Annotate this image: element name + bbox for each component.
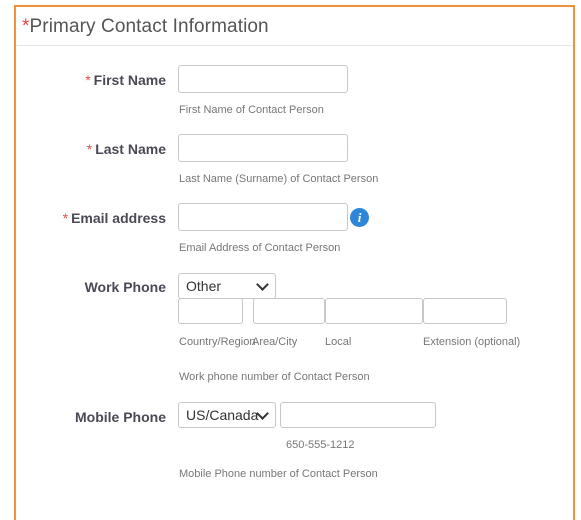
first-name-label-text: First Name <box>93 72 166 88</box>
first-name-hint: First Name of Contact Person <box>179 104 324 116</box>
required-mark: * <box>86 141 93 157</box>
email-input[interactable] <box>178 203 348 231</box>
section-header: *Primary Contact Information <box>16 7 573 46</box>
work-phone-local-input[interactable] <box>325 298 423 324</box>
work-phone-type-value: Other <box>186 278 222 294</box>
work-phone-extension-input[interactable] <box>423 298 507 324</box>
first-name-input[interactable] <box>178 65 348 93</box>
work-phone-hint: Work phone number of Contact Person <box>179 371 370 383</box>
last-name-label: * Last Name <box>87 141 166 157</box>
work-phone-country-region-input[interactable] <box>178 298 243 324</box>
first-name-label: * First Name <box>85 72 166 88</box>
required-mark: * <box>85 72 91 88</box>
mobile-phone-country-value: US/Canada <box>186 407 259 423</box>
section-title-text: Primary Contact Information <box>29 16 269 37</box>
required-mark: * <box>62 210 69 226</box>
work-phone-local-label: Local <box>325 336 352 348</box>
mobile-phone-hint: Mobile Phone number of Contact Person <box>179 468 378 480</box>
work-phone-country-region-label: Country/Region <box>179 336 256 348</box>
info-icon[interactable]: i <box>350 208 369 227</box>
last-name-hint: Last Name (Surname) of Contact Person <box>179 173 379 185</box>
required-mark: * <box>22 16 30 37</box>
email-label: * Email address <box>63 210 166 226</box>
last-name-input[interactable] <box>178 134 348 162</box>
email-label-text: Email address <box>71 210 166 226</box>
chevron-down-icon <box>256 278 269 291</box>
email-hint: Email Address of Contact Person <box>179 242 341 254</box>
mobile-phone-country-select[interactable]: US/Canada <box>178 402 276 428</box>
work-phone-area-city-input[interactable] <box>253 298 325 324</box>
section-title: *Primary Contact Information <box>22 16 269 38</box>
mobile-phone-input[interactable] <box>280 402 436 428</box>
mobile-phone-label: Mobile Phone <box>75 409 166 425</box>
last-name-label-text: Last Name <box>95 141 166 157</box>
work-phone-extension-label: Extension (optional) <box>423 336 521 348</box>
work-phone-area-city-label: Area/City <box>252 336 298 348</box>
primary-contact-panel: *Primary Contact Information * First Name… <box>14 5 575 520</box>
mobile-phone-example: 650-555-1212 <box>286 439 355 451</box>
work-phone-label: Work Phone <box>84 279 166 295</box>
work-phone-type-select[interactable]: Other <box>178 273 276 299</box>
